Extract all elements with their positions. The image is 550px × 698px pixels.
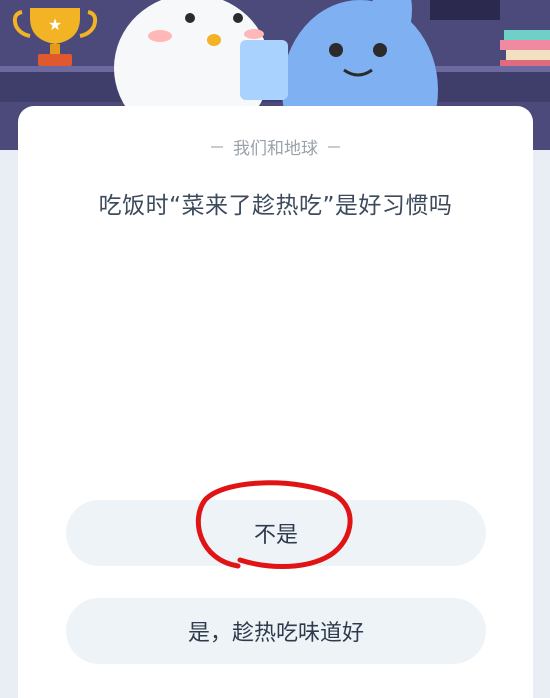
divider-right	[328, 145, 340, 148]
quiz-category: 我们和地球	[18, 134, 533, 159]
answer-option-label: 是，趁热吃味道好	[187, 621, 364, 646]
divider-left	[211, 145, 223, 148]
answer-option-label: 不是	[253, 523, 298, 548]
answer-option-yes[interactable]: 是，趁热吃味道好	[66, 598, 486, 664]
quiz-question: 吃饭时“菜来了趁热吃”是好习惯吗	[98, 193, 453, 219]
quiz-category-label: 我们和地球	[233, 139, 318, 159]
svg-text:★: ★	[48, 15, 62, 34]
quiz-card: 我们和地球 吃饭时“菜来了趁热吃”是好习惯吗 不是 是，趁热吃味道好	[18, 106, 533, 698]
answer-option-no[interactable]: 不是	[66, 500, 486, 566]
